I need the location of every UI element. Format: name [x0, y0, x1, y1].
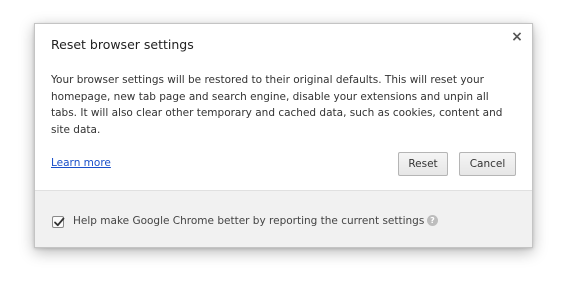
help-icon[interactable]: ? [427, 215, 438, 226]
cancel-button[interactable]: Cancel [459, 152, 516, 176]
checkmark-icon [54, 217, 65, 227]
reset-button[interactable]: Reset [398, 152, 448, 176]
reset-settings-dialog: Reset browser settings × Your browser se… [34, 23, 533, 248]
dialog-footer: Help make Google Chrome better by report… [35, 190, 532, 247]
learn-more-link[interactable]: Learn more [51, 157, 111, 169]
close-icon[interactable]: × [510, 30, 524, 44]
report-settings-label[interactable]: Help make Google Chrome better by report… [73, 215, 424, 227]
report-settings-checkbox[interactable] [52, 216, 65, 228]
dialog-title: Reset browser settings [51, 37, 194, 52]
dialog-description: Your browser settings will be restored t… [51, 74, 503, 136]
